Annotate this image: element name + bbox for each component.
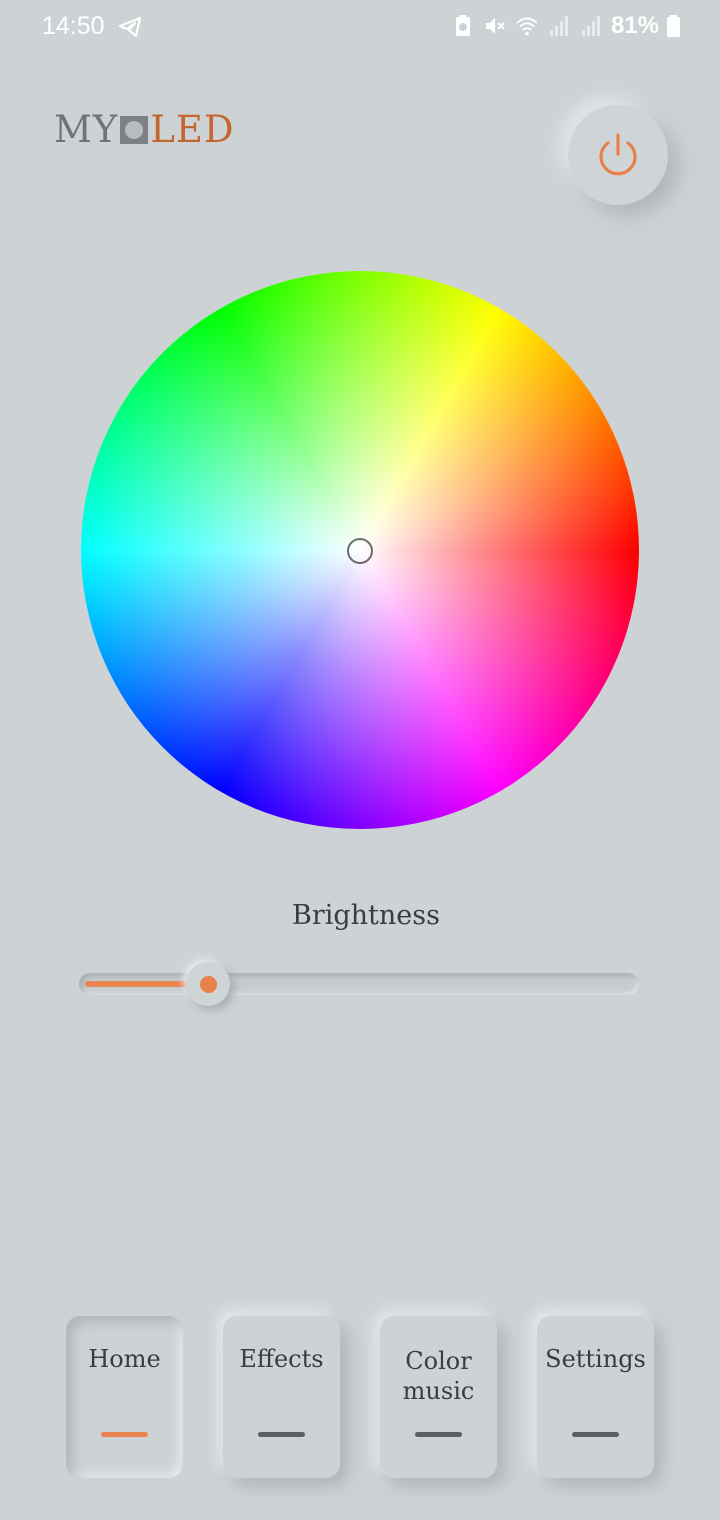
logo-my: MY (54, 108, 119, 151)
power-button[interactable] (568, 105, 668, 205)
wifi-icon (516, 17, 538, 36)
logo-led: LED (150, 108, 235, 151)
brightness-label: Brightness (292, 900, 440, 931)
tab-color-music[interactable]: Color music (380, 1316, 497, 1478)
telegram-icon (118, 16, 142, 38)
status-bar: 14:50 81% (0, 0, 720, 56)
signal-icon (549, 16, 568, 36)
status-icons: 81% (451, 12, 680, 40)
battery-icon (667, 15, 680, 37)
tab-label: Home (88, 1345, 161, 1373)
tab-label: Settings (545, 1345, 646, 1373)
tab-indicator (415, 1432, 462, 1437)
tab-settings[interactable]: Settings (537, 1316, 654, 1478)
slider-thumb-dot (199, 975, 217, 993)
mute-icon (485, 18, 505, 34)
tab-indicator (258, 1432, 305, 1437)
brightness-slider-fill (85, 981, 195, 987)
power-icon (599, 133, 637, 176)
tab-indicator (101, 1432, 148, 1437)
brightness-slider-thumb[interactable] (186, 962, 231, 1006)
tab-home[interactable]: Home (66, 1316, 183, 1478)
logo-mark-icon (120, 115, 149, 144)
app-logo: MY LED (54, 108, 235, 151)
status-time: 14:50 (42, 12, 105, 40)
color-wheel-handle[interactable] (347, 538, 373, 564)
tab-label: Effects (239, 1345, 324, 1373)
tab-label: Color music (402, 1347, 475, 1405)
bottom-nav: Home Effects Color music Settings (0, 1316, 720, 1478)
battery-percent: 81% (610, 12, 659, 39)
battery-saver-icon (455, 15, 470, 36)
tab-indicator (572, 1432, 619, 1437)
signal-icon (581, 16, 600, 36)
tab-effects[interactable]: Effects (223, 1316, 340, 1478)
